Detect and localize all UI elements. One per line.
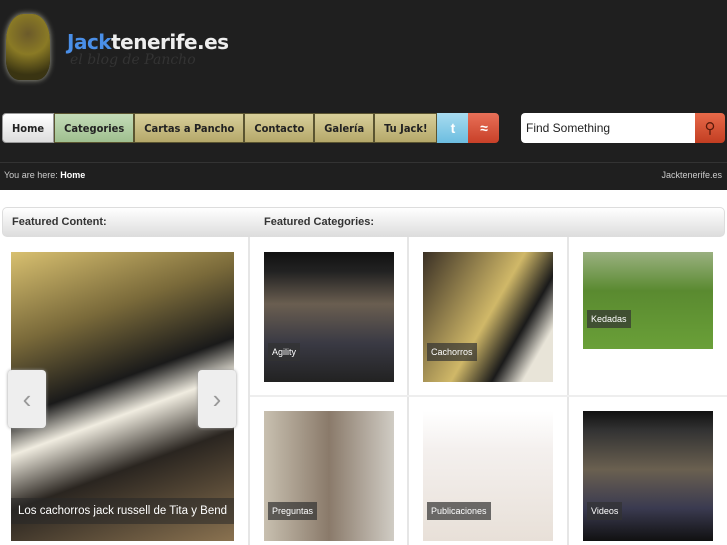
nav-cartas-a-pancho[interactable]: Cartas a Pancho (134, 113, 245, 143)
breadcrumb-home[interactable]: Home (60, 170, 85, 180)
tagline: el blog de Pancho (70, 52, 196, 68)
divider (248, 237, 250, 545)
header: Jacktenerife.es el blog de Pancho Home C… (0, 0, 727, 190)
category-cachorros[interactable]: Cachorros (423, 252, 553, 382)
nav-home[interactable]: Home (2, 113, 55, 143)
featured-content-heading: Featured Content: (12, 216, 107, 228)
main-nav: Home Categories Cartas a Pancho Contacto… (2, 113, 500, 143)
slider-prev-arrow-icon[interactable]: ‹ (8, 370, 46, 428)
category-publicaciones[interactable]: Publicaciones (423, 411, 553, 541)
featured-bar: Featured Content: Featured Categories: (2, 207, 725, 237)
rss-icon[interactable]: ≈ (468, 113, 500, 143)
nav-categories[interactable]: Categories (54, 113, 135, 143)
category-videos[interactable]: Videos (583, 411, 713, 541)
twitter-icon[interactable]: t (437, 113, 469, 143)
slider-next-arrow-icon[interactable]: › (198, 370, 236, 428)
category-kedadas[interactable]: Kedadas (583, 252, 713, 349)
search-form: ⚲ (521, 113, 725, 143)
slide-caption[interactable]: Los cachorros jack russell de Tita y Ben… (11, 498, 234, 524)
nav-contacto[interactable]: Contacto (244, 113, 315, 143)
breadcrumb: You are here: Home Jacktenerife.es (0, 162, 727, 188)
featured-categories-heading: Featured Categories: (264, 216, 375, 228)
search-input[interactable] (521, 113, 695, 143)
divider (250, 395, 727, 397)
nav-tu-jack[interactable]: Tu Jack! (374, 113, 438, 143)
site-title[interactable]: Jacktenerife.es (67, 30, 229, 54)
breadcrumb-site: Jacktenerife.es (661, 170, 722, 180)
search-icon[interactable]: ⚲ (695, 113, 725, 143)
category-agility[interactable]: Agility (264, 252, 394, 382)
divider (407, 237, 409, 545)
divider (567, 237, 569, 545)
category-preguntas[interactable]: Preguntas (264, 411, 394, 541)
logo-dog-image[interactable] (6, 14, 50, 80)
nav-galeria[interactable]: Galería (314, 113, 375, 143)
